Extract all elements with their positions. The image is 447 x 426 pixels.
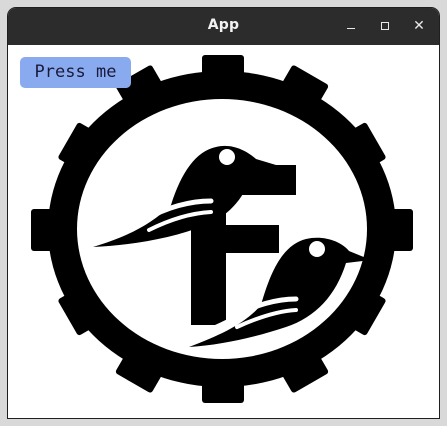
title-bar[interactable]: App ✕ [8,8,439,45]
maximize-icon [381,22,389,30]
press-me-button[interactable]: Press me [20,57,131,88]
maximize-button[interactable] [373,14,397,38]
content-area: Press me [8,45,439,418]
app-window: App ✕ Press me [8,8,439,418]
minimize-icon [347,28,355,29]
close-button[interactable]: ✕ [407,14,431,38]
close-icon: ✕ [413,18,425,34]
minimize-button[interactable] [339,14,363,38]
gear-birds-logo [31,55,413,403]
